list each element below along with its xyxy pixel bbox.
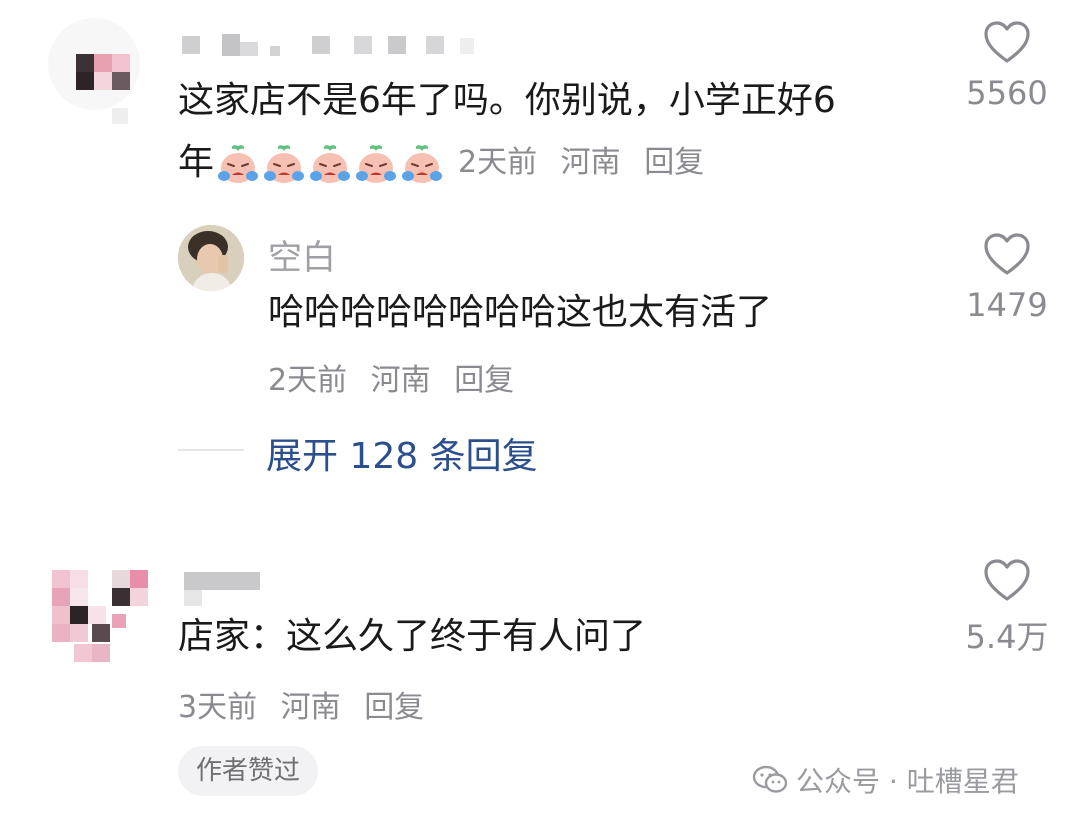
reply-location: 河南 <box>370 363 431 398</box>
reply-avatar[interactable] <box>178 225 244 291</box>
like-count: 5560 <box>966 74 1048 112</box>
crying-emoji-icon <box>218 145 259 183</box>
emoji-row <box>216 132 446 194</box>
heart-icon[interactable] <box>983 232 1031 276</box>
username-mosaic[interactable] <box>182 34 482 56</box>
reply-button[interactable]: 回复 <box>364 690 424 725</box>
reply-like-button[interactable]: 1479 <box>952 232 1062 324</box>
heart-icon[interactable] <box>983 558 1031 602</box>
username-mosaic[interactable] <box>184 572 260 606</box>
comment-text: 店家：这么久了终于有人问了 <box>178 616 647 657</box>
reply-like-count: 1479 <box>966 286 1048 324</box>
avatar[interactable] <box>48 18 140 128</box>
comment-location: 河南 <box>560 145 621 180</box>
crying-emoji-icon <box>264 145 305 183</box>
comment-meta: 3天前 河南 回复 <box>178 682 438 726</box>
comment-meta: 2天前 河南 回复 <box>458 132 718 194</box>
like-button[interactable]: 5560 <box>952 20 1062 112</box>
comment-location: 河南 <box>280 690 341 725</box>
expand-replies-button[interactable]: 展开 128 条回复 <box>266 427 538 479</box>
comment-time: 3天前 <box>178 690 258 725</box>
watermark-text: 公众号 · 吐槽星君 <box>796 765 1019 798</box>
comment-text-line1: 这家店不是6年了吗。你别说，小学正好6 <box>178 80 836 121</box>
like-button[interactable]: 5.4万 <box>952 558 1062 658</box>
crying-emoji-icon <box>310 145 351 183</box>
like-count: 5.4万 <box>965 618 1049 656</box>
author-liked-badge: 作者赞过 <box>178 746 319 796</box>
comment-text: 这家店不是6年了吗。你别说，小学正好6 年 2天前 河南 回复 <box>178 70 938 194</box>
reply-reply-button[interactable]: 回复 <box>454 363 514 398</box>
comment-text-tail: 年 <box>178 142 215 183</box>
comment-time: 2天前 <box>458 145 538 180</box>
watermark: 公众号 · 吐槽星君 <box>752 760 1019 800</box>
reply-username[interactable]: 空白 <box>268 230 336 279</box>
comment-text-line2: 年 2天前 河南 回复 <box>178 132 938 194</box>
reply-meta: 2天前 河南 回复 <box>268 355 528 399</box>
wechat-icon <box>752 765 788 793</box>
crying-emoji-icon <box>356 145 397 183</box>
crying-emoji-icon <box>402 145 443 183</box>
heart-icon[interactable] <box>983 20 1031 64</box>
reply-text: 哈哈哈哈哈哈哈哈这也太有活了 <box>268 292 773 333</box>
reply-button[interactable]: 回复 <box>644 145 704 180</box>
avatar[interactable] <box>52 570 152 664</box>
reply-time: 2天前 <box>268 363 348 398</box>
expand-divider <box>178 449 244 451</box>
portrait-image <box>178 225 244 291</box>
